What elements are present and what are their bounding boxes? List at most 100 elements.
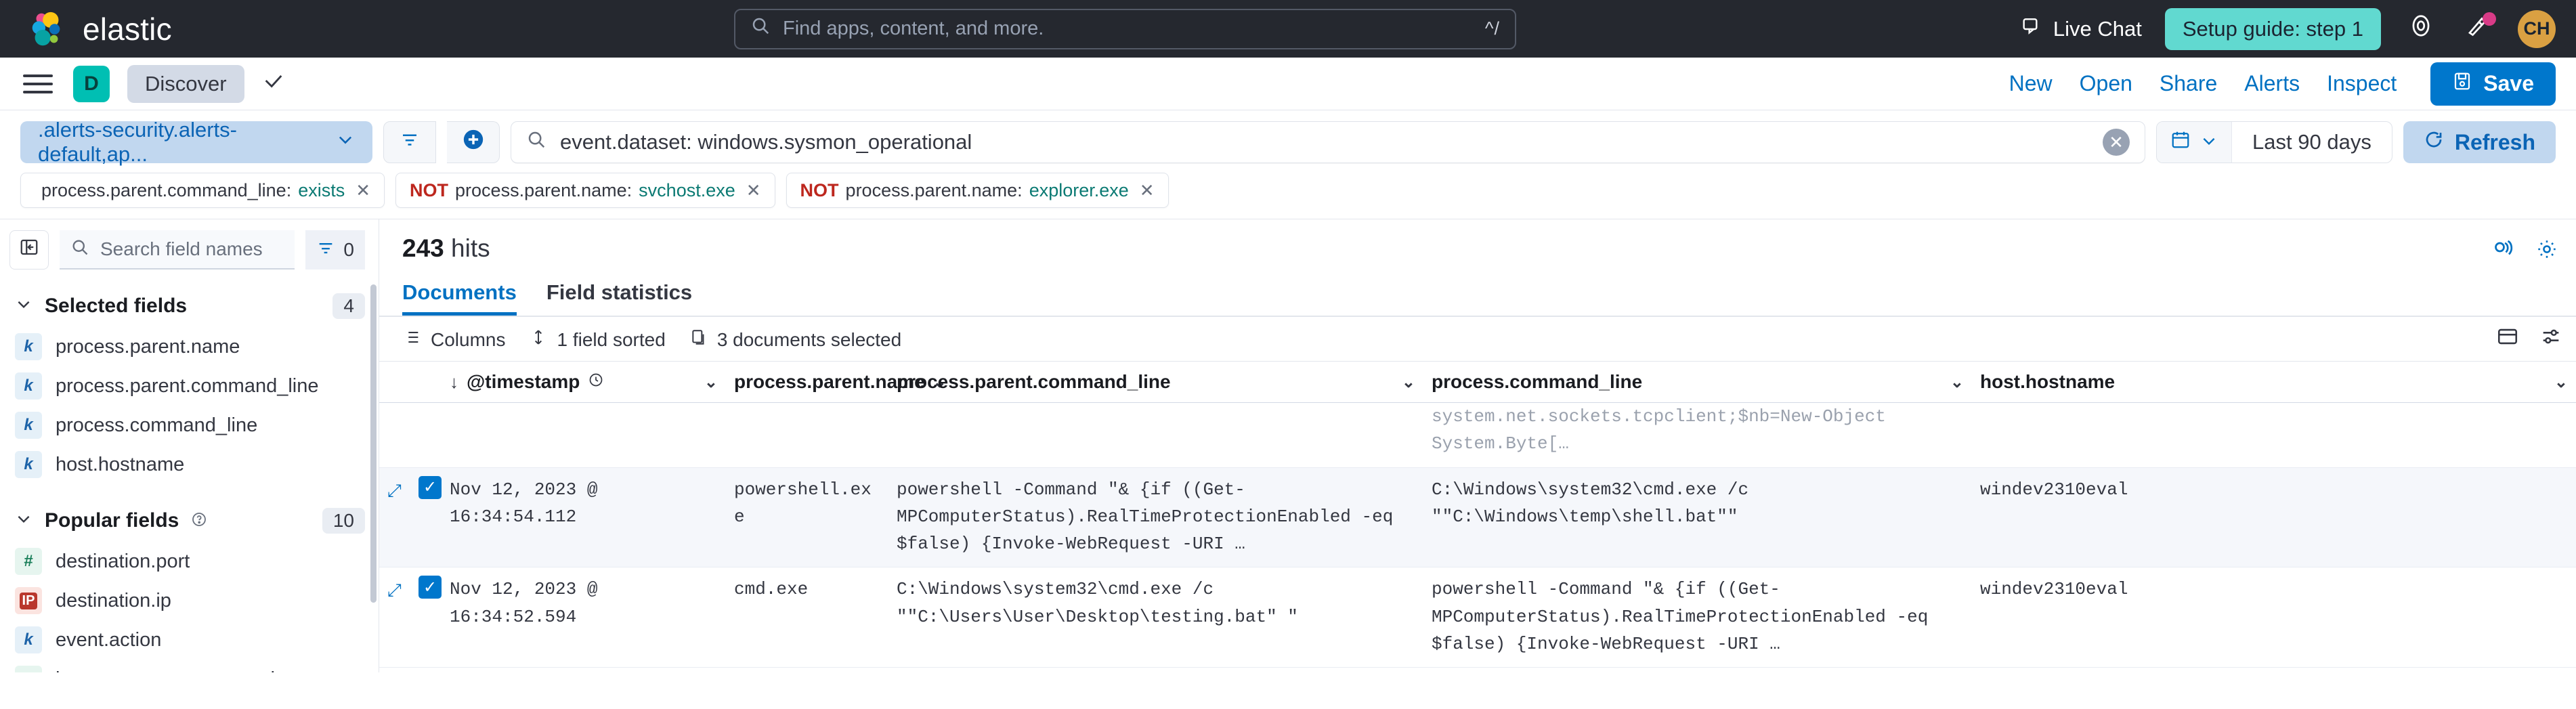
column-label: process.command_line [1432,371,1643,392]
gear-icon[interactable] [2535,238,2558,267]
hits-count: 243 [402,234,444,262]
cell-hostname: windev2310eval [1980,479,2128,500]
filter-pill[interactable]: NOT process.parent.name: svchost.exe ✕ [395,173,775,208]
refresh-icon [2424,129,2444,155]
field-type-filter-button[interactable]: 0 [305,230,365,270]
tab-field-statistics[interactable]: Field statistics [546,276,692,316]
collapse-sidebar-button[interactable] [9,230,49,270]
cell-command-line: powershell -Command "& {if ((Get-MPCompu… [1432,579,1929,655]
expand-icon: ⤢ [387,479,402,500]
remove-filter-icon[interactable]: ✕ [746,180,761,201]
data-view-selector[interactable]: .alerts-security.alerts-default,ap... [20,118,372,166]
remove-filter-icon[interactable]: ✕ [356,180,370,201]
field-item[interactable]: k process.command_line [0,406,379,445]
nav-alerts[interactable]: Alerts [2244,71,2300,96]
nav-new[interactable]: New [2009,71,2053,96]
field-item[interactable]: k event.action [0,620,379,660]
table-row[interactable]: ⤢ ✓ Nov 12, 2023 @ 16:34:52.594 cmd.exe … [379,567,2576,668]
date-quick-select-button[interactable] [2157,122,2233,163]
brand-name: elastic [83,11,172,47]
documents-icon [690,328,708,351]
chevron-down-icon[interactable]: ⌄ [1950,372,1964,392]
nav-open[interactable]: Open [2080,71,2132,96]
save-button[interactable]: Save [2430,62,2556,106]
column-header-parent-name[interactable]: process.parent.name ⌄ [726,371,947,393]
popular-fields-header[interactable]: Popular fields 10 [0,507,379,534]
table-row[interactable]: ⤢ ✓ Nov 12, 2023 @ 16:34:36.178 cmd.exe … [379,668,2576,672]
filter-options-button[interactable] [383,121,436,163]
sort-fields-button[interactable]: 1 field sorted [530,328,666,351]
sidebar-search-row: Search field names 0 [0,230,379,270]
sidebar-scrollbar[interactable] [370,284,377,603]
field-item[interactable]: # http.response.status_code [0,660,379,672]
filter-negation: NOT [800,179,839,200]
field-item[interactable]: k process.parent.name [0,327,379,366]
chevron-down-icon[interactable]: ⌄ [1402,372,1415,392]
popular-fields-count: 10 [322,507,365,534]
nav-share[interactable]: Share [2160,71,2217,96]
global-search-input[interactable]: Find apps, content, and more. ^/ [734,8,1516,49]
breadcrumb-discover[interactable]: Discover [127,64,244,103]
chevron-down-icon [2200,129,2218,156]
remove-filter-icon[interactable]: ✕ [1140,180,1155,201]
menu-toggle-icon[interactable] [23,69,53,99]
cell-parent-command-line: powershell -Command "& {if ((Get-MPCompu… [897,479,1394,555]
field-item[interactable]: # destination.port [0,542,379,581]
add-filter-button[interactable] [447,121,500,163]
popular-fields-list: # destination.port IP destination.ip k e… [0,542,379,672]
hits-counter: 243 hits [402,234,490,263]
field-item[interactable]: k host.hostname [0,445,379,484]
setup-guide-button[interactable]: Setup guide: step 1 [2164,7,2381,50]
filter-pill[interactable]: NOT process.parent.name: explorer.exe ✕ [786,173,1169,208]
expand-row-button[interactable]: ⤢ [379,476,410,502]
fullscreen-icon[interactable] [2496,325,2519,354]
selected-fields-count: 4 [332,293,365,319]
column-header-hostname[interactable]: host.hostname ⌄ [1972,371,2576,393]
refresh-button[interactable]: Refresh [2403,121,2556,163]
field-search-input[interactable]: Search field names [60,230,295,270]
cell-parent-command-line: C:\Windows\system32\cmd.exe /c ""C:\User… [897,579,1298,627]
row-checkbox[interactable]: ✓ [410,576,442,599]
column-header-parent-command-line[interactable]: process.parent.command_line ⌄ [888,371,1423,393]
documents-table: ↓ @timestamp ⌄ process.parent.name ⌄ pro… [379,361,2576,672]
field-filter-count: 0 [343,239,354,260]
discover-app-icon: D [73,65,110,102]
clear-query-button[interactable]: ✕ [2103,129,2130,156]
row-checkbox[interactable]: ✓ [410,475,442,499]
table-row[interactable]: ⤢ ✓ Nov 12, 2023 @ 16:34:54.112 powershe… [379,467,2576,568]
field-item[interactable]: k process.parent.command_line [0,366,379,406]
user-avatar[interactable]: CH [2518,9,2556,48]
nav-inspect[interactable]: Inspect [2327,71,2397,96]
field-item[interactable]: IP destination.ip [0,581,379,620]
column-header-timestamp[interactable]: ↓ @timestamp ⌄ [442,371,726,393]
kql-query-input[interactable]: event.dataset: windows.sysmon_operationa… [511,121,2146,163]
display-options-icon[interactable] [2539,325,2562,354]
field-type-keyword-icon: k [15,372,42,400]
breadcrumb-bar: D Discover New Open Share Alerts Inspect… [0,58,2576,110]
selected-documents-button[interactable]: 3 documents selected [690,328,901,351]
collapse-panel-icon [19,237,39,263]
expand-row-button[interactable]: ⤢ [379,576,410,602]
alerts-icon[interactable] [2491,237,2515,267]
live-chat-button[interactable]: Live Chat [2022,16,2142,43]
check-icon[interactable] [262,69,285,98]
column-header-command-line[interactable]: process.command_line ⌄ [1423,371,1972,393]
chevron-down-icon[interactable]: ⌄ [704,372,718,392]
selected-fields-header[interactable]: Selected fields 4 [0,293,379,319]
chevron-down-icon[interactable]: ⌄ [2554,372,2568,392]
live-chat-label: Live Chat [2053,16,2142,41]
save-disk-icon [2452,71,2472,97]
tab-documents[interactable]: Documents [402,276,517,316]
table-header-row: ↓ @timestamp ⌄ process.parent.name ⌄ pro… [379,361,2576,403]
field-type-keyword-icon: k [15,333,42,360]
filter-pill[interactable]: process.parent.command_line: exists ✕ [20,173,385,208]
info-icon[interactable] [191,507,207,534]
help-button[interactable] [2404,12,2438,46]
cell-parent-name: cmd.exe [734,579,809,600]
announcements-button[interactable] [2461,12,2496,46]
expand-icon: ⤢ [387,580,402,601]
columns-button[interactable]: Columns [402,328,505,351]
time-picker: Last 90 days [2156,121,2392,163]
time-range-value[interactable]: Last 90 days [2232,130,2392,154]
elastic-brand[interactable]: elastic [26,8,172,50]
